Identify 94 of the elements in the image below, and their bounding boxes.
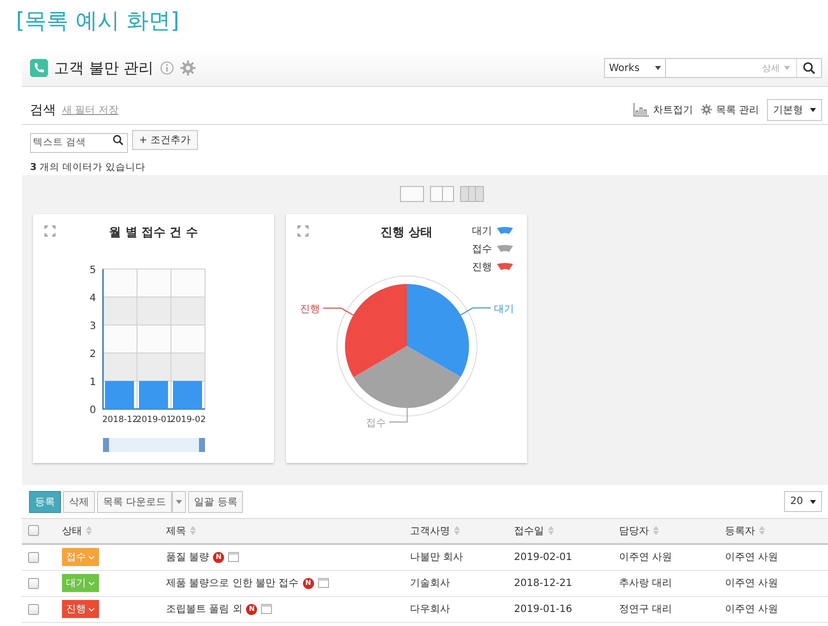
sort-icon[interactable] <box>454 526 460 535</box>
title-link[interactable]: 조립볼트 풀림 외 <box>166 602 242 616</box>
layout-two-icon[interactable] <box>430 186 454 202</box>
add-condition-button[interactable]: + 조건추가 <box>132 130 198 150</box>
bar <box>173 380 202 408</box>
layout-three-icon[interactable] <box>460 186 484 202</box>
table-cell-text: 정연구 대리 <box>619 603 672 616</box>
axis-tick-label: 5 <box>90 264 96 276</box>
table-cell-text: 추사랑 대리 <box>619 577 672 590</box>
status-badge[interactable]: 진행 <box>62 600 99 618</box>
caret-icon <box>784 66 790 70</box>
column-header[interactable]: 접수일 <box>514 524 544 538</box>
caret-icon <box>810 108 816 112</box>
sort-icon[interactable] <box>190 526 196 535</box>
table-cell-text: 다우회사 <box>410 603 450 616</box>
legend-label: 대기 <box>472 224 492 238</box>
axis-tick-label: 3 <box>90 320 96 332</box>
table-cell-text: 나불만 회사 <box>410 551 464 564</box>
slice-label: 접수 <box>366 418 386 428</box>
checkbox[interactable] <box>28 525 39 536</box>
phone-icon <box>30 59 48 77</box>
column-header[interactable]: 담당자 <box>619 524 649 538</box>
axis-tick-label: 2019-01 <box>136 414 172 424</box>
result-count: 3 개의 데이터가 있습니다 <box>29 160 147 174</box>
caret-icon <box>176 500 182 504</box>
window-icon[interactable] <box>261 604 272 614</box>
search-heading: 검색 <box>30 102 56 118</box>
chevron-icon <box>88 606 95 612</box>
table-cell-text: 이주연 사원 <box>725 551 778 564</box>
caret-icon <box>810 500 816 504</box>
legend-label: 진행 <box>472 260 492 274</box>
sort-icon[interactable] <box>548 526 554 535</box>
search-icon[interactable] <box>112 134 124 146</box>
chevron-icon <box>88 580 95 586</box>
checkbox[interactable] <box>28 604 39 614</box>
scope-select[interactable]: Works <box>605 59 666 77</box>
toolbar-button[interactable]: 목록 다운로드 <box>97 490 172 512</box>
info-icon[interactable] <box>160 61 174 75</box>
table-cell-text: 이주연 사원 <box>619 551 672 564</box>
page-size-select[interactable]: 20 <box>784 491 822 512</box>
axis-tick-label: 2019-02 <box>170 414 206 424</box>
chart-title: 진행 상태 <box>380 224 433 240</box>
page-title: [목록 예시 화면] <box>15 8 180 36</box>
sort-icon[interactable] <box>759 526 765 535</box>
column-header[interactable]: 등록자 <box>725 524 755 538</box>
caret-icon <box>655 66 661 70</box>
window-icon[interactable] <box>228 552 240 562</box>
legend-label: 접수 <box>472 242 492 256</box>
dropdown-button[interactable] <box>172 490 186 512</box>
range-slider[interactable] <box>103 438 205 452</box>
table-cell: 2018-12-21 <box>514 578 572 588</box>
column-header[interactable]: 상태 <box>62 524 82 538</box>
axis-tick-label: 1 <box>90 376 96 388</box>
checkbox[interactable] <box>28 578 39 588</box>
settings-icon[interactable] <box>700 104 712 115</box>
toolbar-button[interactable]: 삭제 <box>63 490 95 512</box>
table-cell: 2019-02-01 <box>514 552 572 562</box>
chevron-icon <box>88 554 95 560</box>
chart-title: 월 별 접수 건 수 <box>109 224 198 240</box>
layout-one-icon[interactable] <box>400 186 424 202</box>
column-header[interactable]: 고객사명 <box>410 524 450 538</box>
sort-icon[interactable] <box>653 526 659 535</box>
table-cell: 2019-01-16 <box>514 604 572 614</box>
checkbox[interactable] <box>28 552 39 562</box>
list-manage-link[interactable]: 목록 관리 <box>716 102 759 116</box>
slice-label: 대기 <box>494 303 514 314</box>
title-link[interactable]: 품질 불량 <box>166 550 210 564</box>
leader-line <box>322 307 356 316</box>
expand-icon[interactable] <box>297 224 309 236</box>
chart-collapse-link[interactable]: 차트접기 <box>652 102 693 116</box>
axis-tick-label: 0 <box>90 404 96 416</box>
table-cell-text: 이주연 사원 <box>725 577 778 590</box>
text-search-field[interactable]: 텍스트 검색 <box>30 132 128 152</box>
expand-icon[interactable] <box>44 224 56 236</box>
title-link[interactable]: 제품 불량으로 인한 불만 접수 <box>166 576 299 590</box>
window-icon[interactable] <box>318 578 329 588</box>
bar <box>105 380 134 408</box>
search-icon[interactable] <box>802 61 816 75</box>
settings-icon[interactable] <box>180 60 196 76</box>
bar <box>139 380 168 408</box>
axis-tick-label: 2018-12 <box>102 414 138 424</box>
toolbar-button[interactable]: 일괄 등록 <box>188 490 244 512</box>
axis-tick-label: 2 <box>90 348 96 360</box>
column-header[interactable]: 제목 <box>166 524 186 538</box>
axis-tick-label: 4 <box>90 292 96 304</box>
view-select[interactable]: 기본형 <box>767 98 822 120</box>
leader-line <box>458 306 492 316</box>
leader-line <box>388 405 408 422</box>
table-cell-text: 기술회사 <box>410 577 450 590</box>
table-cell-text: 이주연 사원 <box>725 603 778 616</box>
app-title: 고객 불만 관리 <box>54 58 154 78</box>
slice-label: 진행 <box>300 304 320 315</box>
chart-icon[interactable] <box>632 102 649 116</box>
sort-icon[interactable] <box>86 526 92 535</box>
